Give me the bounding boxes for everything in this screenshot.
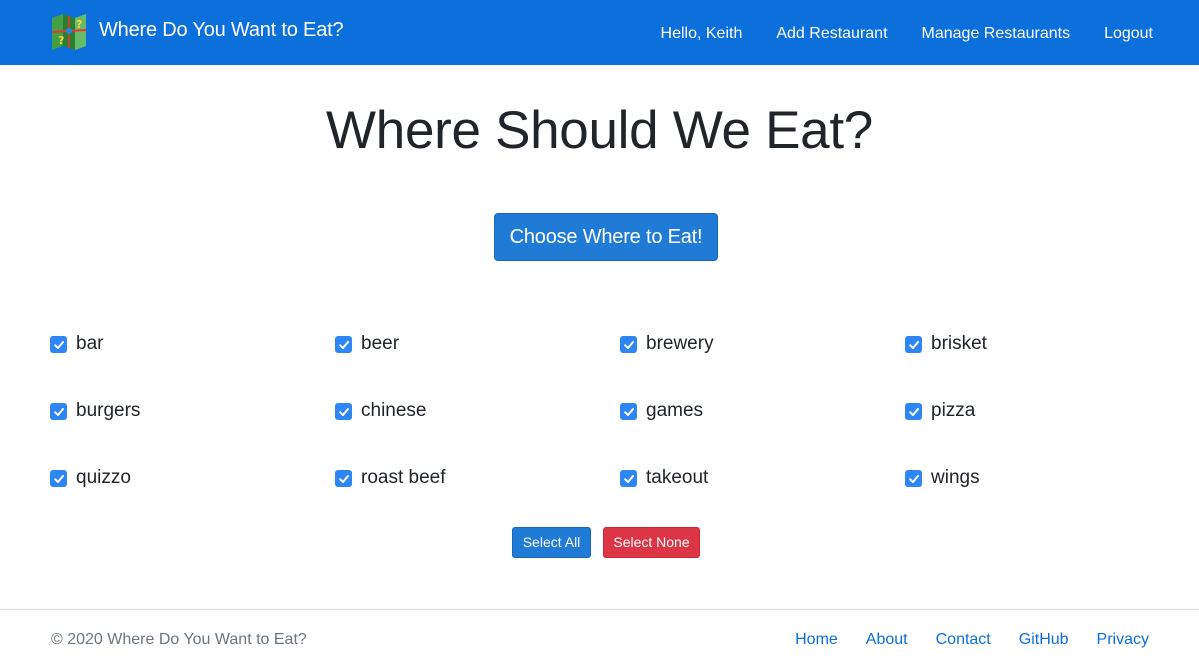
category-item[interactable]: burgers (50, 393, 335, 460)
copyright-text: © 2020 Where Do You Want to Eat? (51, 631, 307, 648)
category-grid: bar beer brewery brisket burgers chinese games… (50, 326, 1160, 527)
footer-link-contact[interactable]: Contact (936, 631, 991, 649)
brand-title: Where Do You Want to Eat? (99, 18, 344, 41)
choose-button[interactable]: Choose Where to Eat! (494, 213, 718, 261)
category-label: pizza (931, 400, 976, 421)
footer-link-about[interactable]: About (866, 631, 908, 649)
checkbox[interactable] (50, 403, 67, 420)
footer: © 2020 Where Do You Want to Eat? Home Ab… (0, 609, 1199, 670)
category-label: brisket (931, 333, 987, 354)
checkbox[interactable] (905, 470, 922, 487)
check-icon (53, 340, 64, 349)
category-item[interactable]: bar (50, 326, 335, 393)
category-label: burgers (76, 400, 141, 421)
footer-link-privacy[interactable]: Privacy (1097, 631, 1149, 649)
category-label: roast beef (361, 467, 446, 488)
check-icon (623, 407, 634, 416)
nav-greeting[interactable]: Hello, Keith (661, 25, 743, 43)
category-label: quizzo (76, 467, 131, 488)
checkbox[interactable] (335, 403, 352, 420)
category-item[interactable]: games (620, 393, 905, 460)
checkbox[interactable] (905, 336, 922, 353)
nav-manage-restaurants[interactable]: Manage Restaurants (922, 25, 1071, 43)
category-label: chinese (361, 400, 427, 421)
category-item[interactable]: takeout (620, 460, 905, 527)
select-none-button[interactable]: Select None (603, 527, 700, 558)
category-item[interactable]: wings (905, 460, 1160, 527)
checkbox[interactable] (335, 336, 352, 353)
checkbox[interactable] (620, 336, 637, 353)
check-icon (623, 474, 634, 483)
category-item[interactable]: beer (335, 326, 620, 393)
category-item[interactable]: chinese (335, 393, 620, 460)
check-icon (908, 340, 919, 349)
check-icon (623, 340, 634, 349)
checkbox[interactable] (905, 403, 922, 420)
navbar: ? ? Where Do You Want to Eat? Hello, Kei… (0, 0, 1199, 65)
check-icon (53, 474, 64, 483)
select-all-button[interactable]: Select All (512, 527, 591, 558)
page-title: Where Should We Eat? (326, 101, 873, 160)
check-icon (338, 474, 349, 483)
check-icon (53, 407, 64, 416)
category-label: takeout (646, 467, 709, 488)
checkbox[interactable] (50, 336, 67, 353)
nav-links: Hello, Keith Add Restaurant Manage Resta… (627, 0, 1153, 65)
check-icon (338, 340, 349, 349)
footer-link-github[interactable]: GitHub (1019, 631, 1069, 649)
category-item[interactable]: quizzo (50, 460, 335, 527)
nav-logout[interactable]: Logout (1104, 25, 1153, 43)
svg-text:?: ? (58, 34, 64, 47)
category-item[interactable]: pizza (905, 393, 1160, 460)
category-item[interactable]: roast beef (335, 460, 620, 527)
category-label: brewery (646, 333, 714, 354)
category-label: bar (76, 333, 104, 354)
category-item[interactable]: brewery (620, 326, 905, 393)
category-item[interactable]: brisket (905, 326, 1160, 393)
checkbox[interactable] (335, 470, 352, 487)
svg-text:?: ? (76, 18, 82, 31)
check-icon (338, 407, 349, 416)
map-question-icon: ? ? (51, 14, 87, 50)
footer-links: Home About Contact GitHub Privacy (767, 631, 1149, 649)
checkbox[interactable] (620, 403, 637, 420)
brand-link[interactable]: ? ? Where Do You Want to Eat? (50, 12, 344, 52)
checkbox[interactable] (620, 470, 637, 487)
check-icon (908, 474, 919, 483)
category-label: beer (361, 333, 400, 354)
nav-add-restaurant[interactable]: Add Restaurant (776, 25, 887, 43)
footer-link-home[interactable]: Home (795, 631, 838, 649)
check-icon (908, 407, 919, 416)
category-label: games (646, 400, 704, 421)
checkbox[interactable] (50, 470, 67, 487)
category-label: wings (931, 467, 980, 488)
